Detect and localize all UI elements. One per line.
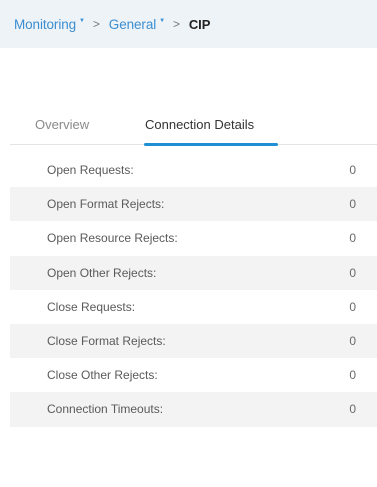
tab-connection-details[interactable]: Connection Details xyxy=(145,117,254,132)
list-item: Open Other Rejects: 0 xyxy=(10,255,377,290)
list-item: Open Requests: 0 xyxy=(10,153,377,188)
row-value: 0 xyxy=(349,368,356,383)
list-item: Open Resource Rejects: 0 xyxy=(10,221,377,256)
tab-overview[interactable]: Overview xyxy=(35,117,89,132)
breadcrumb-monitoring[interactable]: Monitoring ▼ xyxy=(14,17,85,32)
row-value: 0 xyxy=(349,334,356,349)
row-value: 0 xyxy=(349,197,356,212)
row-label: Open Resource Rejects: xyxy=(47,231,178,246)
row-value: 0 xyxy=(349,265,356,280)
row-value: 0 xyxy=(349,402,356,417)
row-value: 0 xyxy=(349,299,356,314)
breadcrumb-separator: > xyxy=(92,17,100,31)
breadcrumb-general[interactable]: General ▼ xyxy=(109,17,165,32)
row-label: Connection Timeouts: xyxy=(47,402,164,417)
row-label: Close Requests: xyxy=(47,299,136,314)
row-label: Open Other Rejects: xyxy=(47,265,157,280)
list-item: Open Format Rejects: 0 xyxy=(10,187,377,222)
list-item: Close Other Rejects: 0 xyxy=(10,358,377,393)
breadcrumb-monitoring-label: Monitoring xyxy=(14,16,77,32)
row-label: Close Format Rejects: xyxy=(47,334,166,349)
tab-bar: Overview Connection Details xyxy=(10,108,377,146)
row-label: Close Other Rejects: xyxy=(47,368,158,383)
row-value: 0 xyxy=(349,163,356,178)
list-item: Close Format Rejects: 0 xyxy=(10,323,377,359)
breadcrumb-separator: > xyxy=(172,17,180,31)
connection-details-list: Open Requests: 0 Open Format Rejects: 0 … xyxy=(10,153,377,427)
list-item: Close Requests: 0 xyxy=(10,289,377,324)
caret-down-icon[interactable]: ▼ xyxy=(159,18,165,24)
breadcrumb: Monitoring ▼ > General ▼ > CIP xyxy=(0,0,377,48)
list-item: Connection Timeouts: 0 xyxy=(10,392,377,427)
active-tab-indicator xyxy=(144,143,278,146)
row-label: Open Requests: xyxy=(47,163,134,178)
breadcrumb-general-label: General xyxy=(108,16,157,32)
row-value: 0 xyxy=(349,231,356,246)
row-label: Open Format Rejects: xyxy=(47,197,165,212)
caret-down-icon[interactable]: ▼ xyxy=(79,18,85,24)
breadcrumb-current: CIP xyxy=(188,16,211,32)
